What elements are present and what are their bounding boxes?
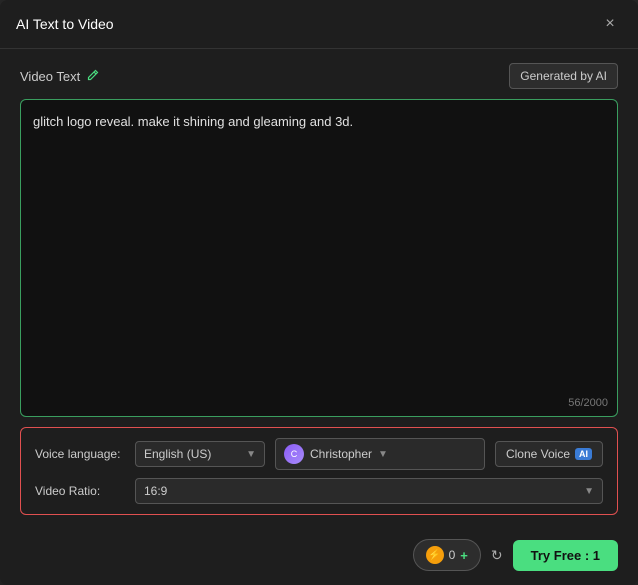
video-ratio-value: 16:9 <box>144 484 167 498</box>
char-count: 56/2000 <box>568 397 608 409</box>
clone-voice-label: Clone Voice <box>506 447 570 461</box>
voice-language-value: English (US) <box>144 447 211 461</box>
credits-value: 0 <box>449 548 456 562</box>
edit-icon[interactable] <box>86 68 100 85</box>
video-text-label-group: Video Text <box>20 68 100 85</box>
voice-language-label: Voice language: <box>35 447 125 461</box>
textarea-wrapper: glitch logo reveal. make it shining and … <box>20 99 618 417</box>
chevron-down-icon-3: ▼ <box>584 486 594 497</box>
refresh-button[interactable]: ↻ <box>491 547 503 564</box>
content-area: Video Text Generated by AI glitch logo r… <box>0 49 638 529</box>
window-title: AI Text to Video <box>16 16 114 32</box>
plus-icon: + <box>460 548 468 563</box>
video-ratio-label: Video Ratio: <box>35 484 125 498</box>
video-text-input[interactable]: glitch logo reveal. make it shining and … <box>20 99 618 417</box>
voice-name-value: Christopher <box>310 447 372 461</box>
video-ratio-dropdown[interactable]: 16:9 ▼ <box>135 478 603 504</box>
video-ratio-row: Video Ratio: 16:9 ▼ <box>35 478 603 504</box>
try-free-button[interactable]: Try Free : 1 <box>513 540 618 571</box>
chevron-down-icon: ▼ <box>246 449 256 460</box>
voice-settings-row: Voice language: English (US) ▼ C Christo… <box>35 438 603 470</box>
ai-badge: AI <box>575 448 592 460</box>
close-button[interactable]: × <box>598 12 622 36</box>
voice-language-dropdown[interactable]: English (US) ▼ <box>135 441 265 467</box>
settings-section: Voice language: English (US) ▼ C Christo… <box>20 427 618 515</box>
title-bar: AI Text to Video × <box>0 0 638 49</box>
voice-name-dropdown[interactable]: C Christopher ▼ <box>275 438 485 470</box>
clone-voice-button[interactable]: Clone Voice AI <box>495 441 603 467</box>
credits-button[interactable]: ⚡ 0 + <box>413 539 481 571</box>
video-text-header: Video Text Generated by AI <box>20 63 618 89</box>
credits-icon: ⚡ <box>426 546 444 564</box>
voice-avatar: C <box>284 444 304 464</box>
video-text-label: Video Text <box>20 69 80 84</box>
chevron-down-icon-2: ▼ <box>378 449 388 460</box>
footer: ⚡ 0 + ↻ Try Free : 1 <box>0 529 638 585</box>
main-window: AI Text to Video × Video Text Generated … <box>0 0 638 585</box>
generated-by-ai-button[interactable]: Generated by AI <box>509 63 618 89</box>
